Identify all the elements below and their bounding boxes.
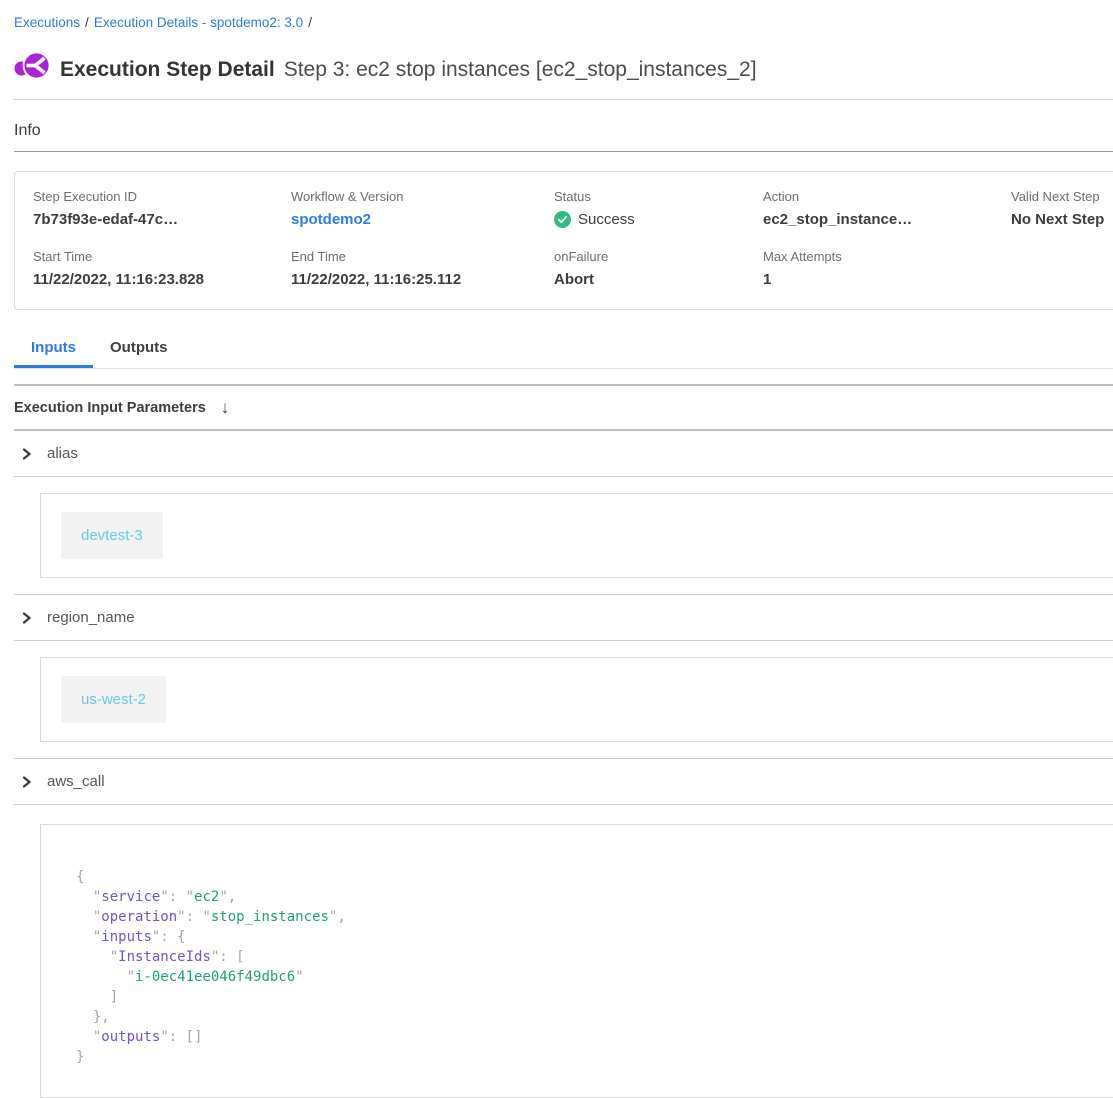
inputs-outputs-tabs: Inputs Outputs (14, 333, 1113, 369)
field-label: Status (554, 189, 763, 204)
field-value: 7b73f93e-edaf-47c… (33, 211, 291, 228)
field-value: 11/22/2022, 11:16:23.828 (33, 271, 291, 288)
page-header: Execution Step Detail Step 3: ec2 stop in… (14, 47, 1113, 84)
execution-step-detail-page: Executions / Execution Details - spotdemo2… (0, 0, 1113, 1098)
field-start-time: Start Time 11/22/2022, 11:16:23.828 (33, 249, 291, 288)
chevron-right-icon[interactable] (21, 776, 32, 788)
json-code: { "service": "ec2", "operation": "stop_i… (76, 867, 1113, 1067)
page-subtitle: Step 3: ec2 stop instances [ec2_stop_ins… (284, 58, 757, 81)
status-badge: Success (554, 211, 763, 228)
field-label: Workflow & Version (291, 189, 554, 204)
param-value-chip: devtest-3 (61, 512, 163, 559)
field-workflow-version: Workflow & Version spotdemo2 (291, 189, 554, 228)
breadcrumb-separator: / (308, 15, 312, 30)
field-label: Start Time (33, 249, 291, 264)
workflow-link[interactable]: spotdemo2 (291, 211, 554, 228)
info-divider (14, 151, 1113, 152)
param-row-region-name[interactable]: region_name (14, 595, 1113, 640)
breadcrumb: Executions / Execution Details - spotdemo2… (14, 14, 1113, 31)
field-value: Abort (554, 271, 763, 288)
field-end-time: End Time 11/22/2022, 11:16:25.112 (291, 249, 554, 288)
info-grid: Step Execution ID 7b73f93e-edaf-47c… Wor… (33, 189, 1113, 288)
arrow-down-icon[interactable]: ↓ (221, 398, 230, 418)
header-divider (14, 99, 1113, 100)
workflow-branch-icon (14, 49, 50, 83)
success-check-icon (554, 211, 571, 228)
info-card: Step Execution ID 7b73f93e-edaf-47c… Wor… (14, 171, 1113, 310)
field-action: Action ec2_stop_instance… (763, 189, 1011, 228)
row-divider (14, 476, 1113, 477)
page-title-group: Execution Step Detail Step 3: ec2 stop in… (60, 47, 757, 84)
field-label: End Time (291, 249, 554, 264)
field-step-execution-id: Step Execution ID 7b73f93e-edaf-47c… (33, 189, 291, 228)
param-value-chip: us-west-2 (61, 676, 166, 723)
breadcrumb-separator: / (85, 15, 89, 30)
param-row-alias[interactable]: alias (14, 431, 1113, 476)
field-value: 11/22/2022, 11:16:25.112 (291, 271, 554, 288)
field-valid-next-step: Valid Next Step No Next Step (1011, 189, 1113, 228)
param-name: region_name (47, 609, 135, 626)
info-heading: Info (14, 122, 1113, 140)
field-label: onFailure (554, 249, 763, 264)
field-label: Action (763, 189, 1011, 204)
field-value: 1 (763, 271, 1011, 288)
section-title: Execution Input Parameters (14, 400, 206, 416)
tab-outputs[interactable]: Outputs (93, 333, 185, 368)
field-label: Valid Next Step (1011, 189, 1113, 204)
field-onfailure: onFailure Abort (554, 249, 763, 288)
row-divider (14, 804, 1113, 805)
param-value-box-region-name: us-west-2 (40, 657, 1113, 742)
field-value: No Next Step (1011, 211, 1113, 228)
field-value: ec2_stop_instance… (763, 211, 1011, 228)
tab-inputs[interactable]: Inputs (14, 333, 93, 368)
row-divider (14, 640, 1113, 641)
field-label: Step Execution ID (33, 189, 291, 204)
breadcrumb-link-execution-details[interactable]: Execution Details - spotdemo2: 3.0 (94, 15, 303, 30)
param-row-aws-call[interactable]: aws_call (14, 759, 1113, 804)
param-value-box-aws-call: { "service": "ec2", "operation": "stop_i… (40, 824, 1113, 1098)
page-title: Execution Step Detail (60, 58, 275, 81)
chevron-right-icon[interactable] (21, 612, 32, 624)
breadcrumb-link-executions[interactable]: Executions (14, 15, 80, 30)
param-name: aws_call (47, 773, 105, 790)
field-status: Status Success (554, 189, 763, 228)
status-text: Success (578, 211, 635, 228)
field-max-attempts: Max Attempts 1 (763, 249, 1011, 288)
field-label: Max Attempts (763, 249, 1011, 264)
chevron-right-icon[interactable] (21, 448, 32, 460)
param-name: alias (47, 445, 78, 462)
execution-input-parameters-header: Execution Input Parameters ↓ (14, 386, 1113, 429)
param-value-box-alias: devtest-3 (40, 493, 1113, 578)
